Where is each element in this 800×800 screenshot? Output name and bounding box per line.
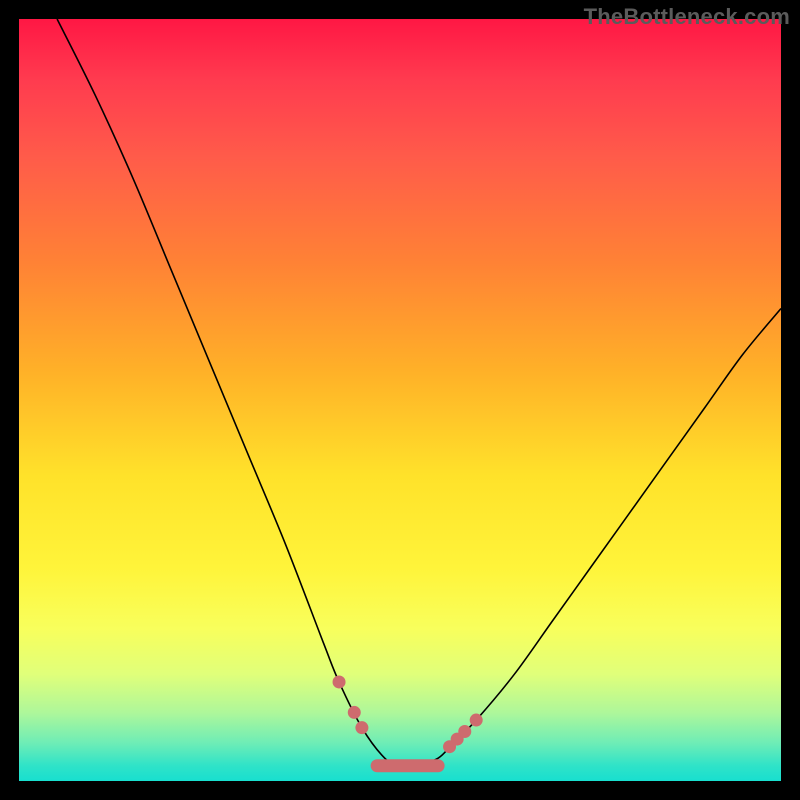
bottleneck-curve (57, 19, 781, 767)
curve-marker (333, 675, 346, 688)
watermark-text: TheBottleneck.com (584, 4, 790, 30)
plot-area (19, 19, 781, 781)
curve-markers (333, 675, 483, 753)
curve-marker (458, 725, 471, 738)
curve-marker (348, 706, 361, 719)
chart-svg (19, 19, 781, 781)
curve-marker (470, 714, 483, 727)
curve-marker (355, 721, 368, 734)
